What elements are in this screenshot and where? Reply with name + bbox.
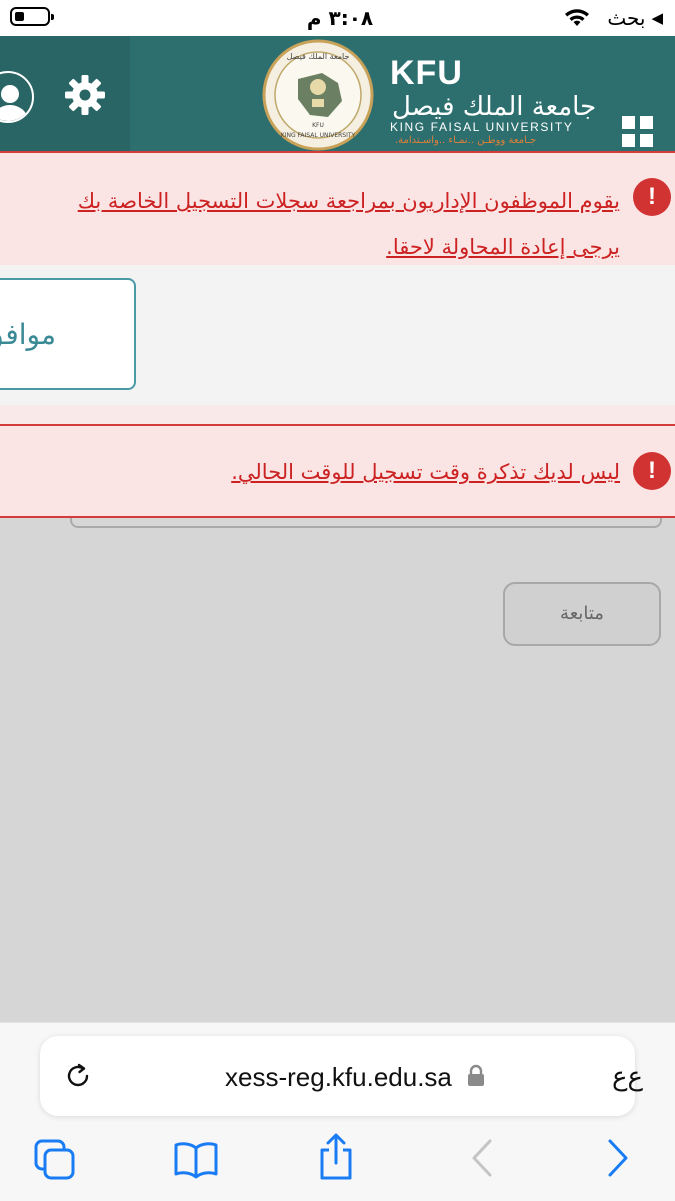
status-time: ٣:٠٨ م xyxy=(306,6,374,30)
logo-tagline: جـامعة ووطـن ..نمـاء ..واسـتدامة. xyxy=(395,135,537,146)
bookmarks-book-icon[interactable] xyxy=(173,1138,219,1182)
alert-message-line2[interactable]: يرجى إعادة المحاولة لاحقا. xyxy=(386,225,620,269)
back-chevron-icon xyxy=(472,1139,492,1177)
logo-abbreviation: KFU xyxy=(390,54,463,92)
svg-text:KING FAISAL UNIVERSITY: KING FAISAL UNIVERSITY xyxy=(281,132,356,139)
share-icon[interactable] xyxy=(316,1132,356,1182)
alert-exclamation-icon: ! xyxy=(633,452,671,490)
tabs-icon[interactable] xyxy=(33,1138,77,1182)
kfu-seal-logo: جامعة الملك فيصل KING FAISAL UNIVERSITY … xyxy=(262,39,374,151)
text-size-button[interactable]: ﻉﻉ xyxy=(612,1062,643,1092)
url-text[interactable]: xess-reg.kfu.edu.sa xyxy=(225,1062,452,1093)
alert-exclamation-icon: ! xyxy=(633,178,671,216)
forward-chevron-icon[interactable] xyxy=(606,1138,630,1178)
apps-grid-icon[interactable] xyxy=(622,116,654,148)
alert-message-line1[interactable]: ليس لديك تذكرة وقت تسجيل للوقت الحالي. xyxy=(231,450,620,494)
status-bar: ٣:٠٨ م ◀ بحث xyxy=(0,0,675,36)
settings-gear-icon[interactable] xyxy=(62,72,108,118)
address-bar[interactable]: xess-reg.kfu.edu.sa ﻉﻉ xyxy=(40,1036,643,1116)
alert-message-line1[interactable]: يقوم الموظفون الإداريون بمراجعة سجلات ال… xyxy=(78,179,620,223)
app-header: جامعة الملك فيصل KING FAISAL UNIVERSITY … xyxy=(0,36,675,151)
alert-registration-review: ! يقوم الموظفون الإداريون بمراجعة سجلات … xyxy=(0,151,675,267)
back-triangle-icon: ◀ xyxy=(651,9,663,27)
reload-icon[interactable] xyxy=(62,1060,94,1092)
carrier-label: بحث xyxy=(607,6,646,30)
logo-arabic-name: جامعة الملك فيصل xyxy=(392,92,597,122)
alert-no-time-ticket: ! ليس لديك تذكرة وقت تسجيل للوقت الحالي. xyxy=(0,424,675,518)
battery-icon xyxy=(10,7,54,26)
logo-english-name: KING FAISAL UNIVERSITY xyxy=(390,120,574,134)
svg-text:جامعة الملك فيصل: جامعة الملك فيصل xyxy=(287,52,350,61)
wifi-icon xyxy=(565,9,589,26)
lock-icon xyxy=(468,1064,484,1086)
ok-button-label: موافق xyxy=(0,318,56,351)
carrier-back[interactable]: ◀ بحث xyxy=(607,6,663,30)
ok-button[interactable]: موافق xyxy=(0,278,136,390)
continue-button[interactable]: متابعة xyxy=(503,582,661,646)
svg-text:KFU: KFU xyxy=(312,122,324,129)
